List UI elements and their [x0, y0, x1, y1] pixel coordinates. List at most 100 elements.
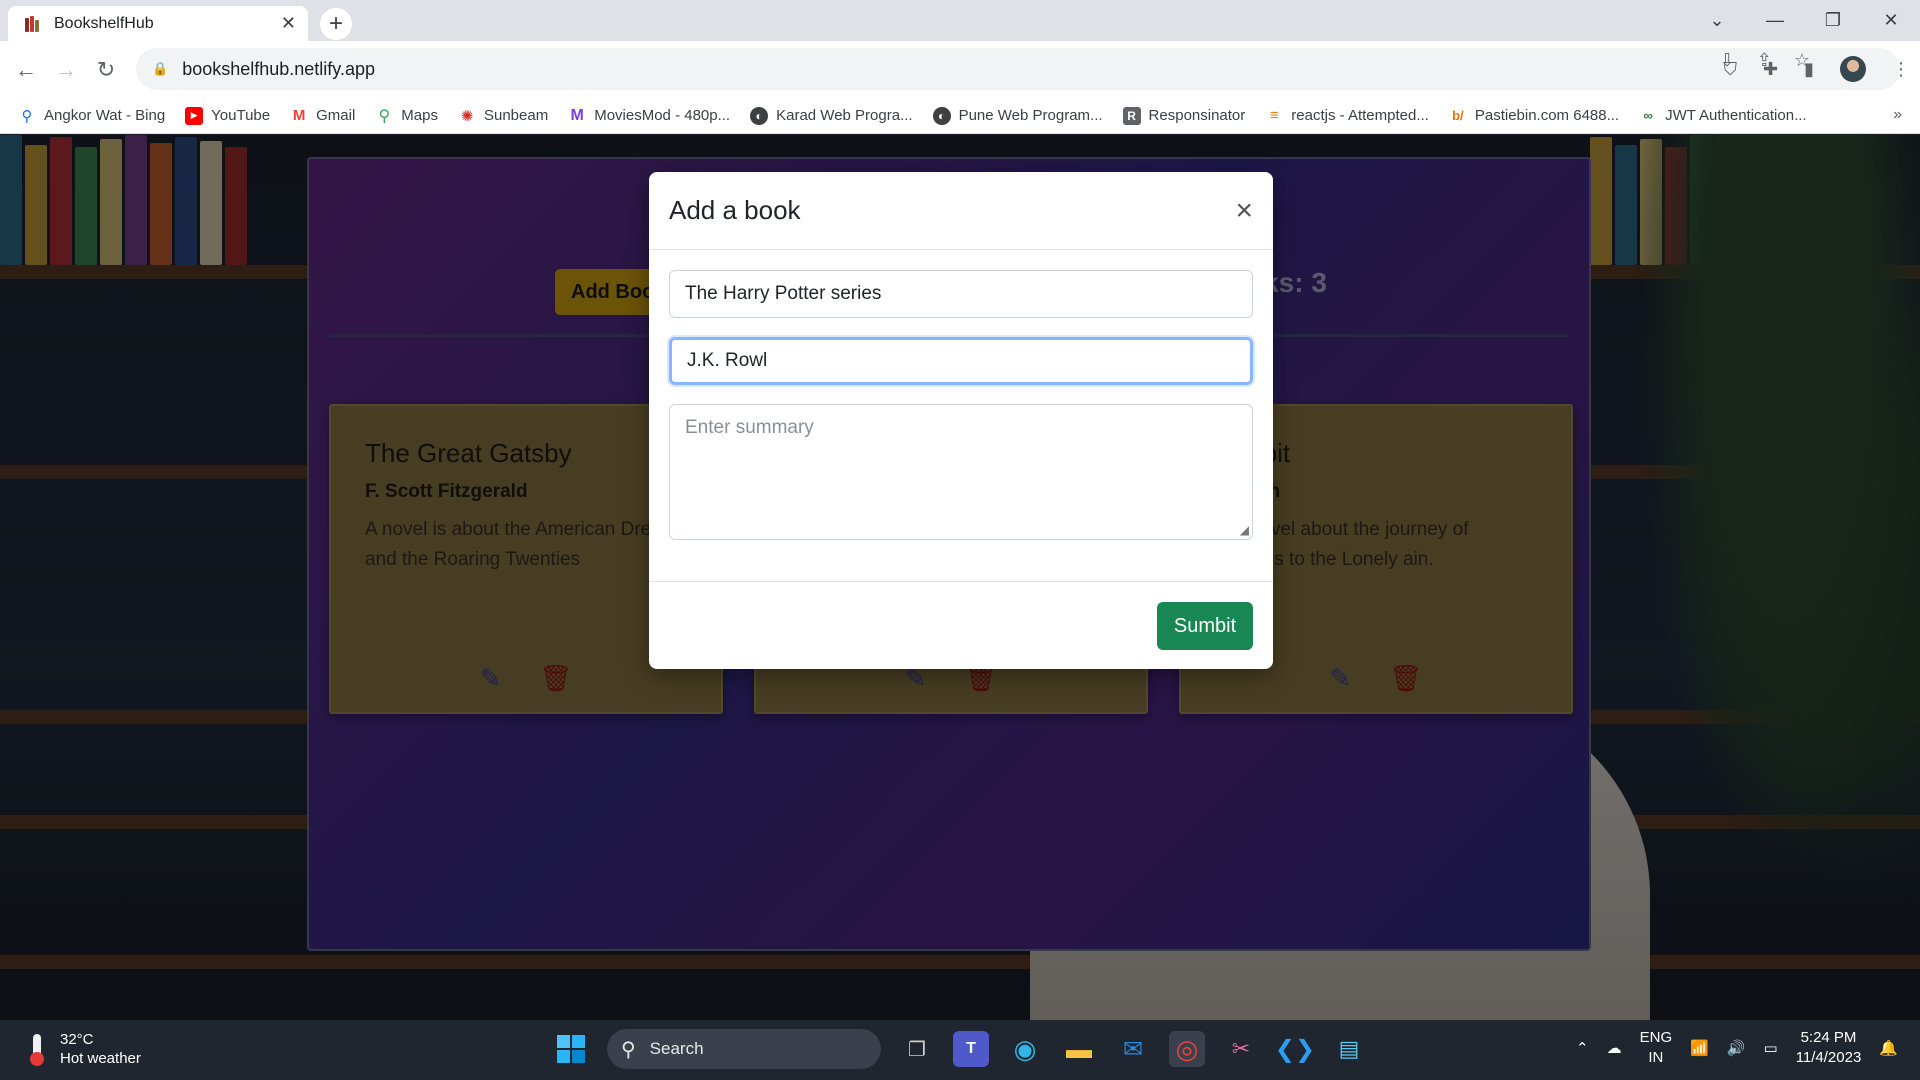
region-code: IN — [1648, 1049, 1664, 1066]
volume-icon[interactable]: 🔊 — [1727, 1039, 1746, 1057]
battery-icon[interactable]: ▭ — [1764, 1039, 1778, 1057]
bookmark-label: Pune Web Program... — [958, 107, 1103, 124]
search-icon: ⚲ — [621, 1038, 636, 1061]
bookmark-label: Gmail — [316, 107, 356, 124]
page-viewport: Add Boo oks: 3 The Great Gatsby F. Scott… — [0, 135, 1920, 1020]
profile-avatar[interactable] — [1840, 56, 1866, 82]
mail-icon[interactable]: ✉ — [1115, 1031, 1151, 1067]
tab-search-chevron-icon[interactable]: ⌄ — [1688, 10, 1746, 31]
bookmark-label: JWT Authentication... — [1665, 107, 1807, 124]
bookmark-item[interactable]: ✺ Sunbeam — [457, 106, 549, 125]
back-arrow-icon[interactable]: ← — [6, 57, 46, 83]
modal-footer: Sumbit — [649, 581, 1273, 669]
resize-grip-icon[interactable]: ◢ — [1240, 523, 1249, 537]
new-tab-button[interactable]: + — [320, 8, 352, 40]
stackoverflow-icon: ≡ — [1265, 106, 1284, 125]
bookshelf-favicon-icon — [24, 15, 42, 33]
vscode-icon[interactable]: ❮❯ — [1275, 1031, 1315, 1067]
author-input[interactable]: J.K. Rowl — [669, 337, 1253, 385]
wifi-icon[interactable]: 📶 — [1690, 1039, 1709, 1057]
bookmark-item[interactable]: ◐ Pune Web Program... — [932, 106, 1103, 125]
bookmark-item[interactable]: ≡ reactjs - Attempted... — [1265, 106, 1429, 125]
reload-icon[interactable]: ↻ — [86, 57, 126, 83]
url-text: bookshelfhub.netlify.app — [182, 58, 375, 79]
bookmark-item[interactable]: ▶ YouTube — [185, 106, 271, 125]
bookmark-item[interactable]: M Gmail — [290, 106, 356, 125]
window-close-icon[interactable]: ✕ — [1862, 10, 1920, 31]
forward-arrow-icon[interactable]: → — [46, 57, 86, 83]
sunbeam-icon: ✺ — [457, 106, 476, 125]
bookmark-label: MoviesMod - 480p... — [594, 107, 731, 124]
language-code: ENG — [1639, 1029, 1673, 1046]
youtube-icon: ▶ — [185, 106, 204, 125]
summary-placeholder: Enter summary — [685, 417, 814, 438]
bookmark-label: reactjs - Attempted... — [1291, 107, 1429, 124]
windows-start-icon[interactable] — [553, 1031, 589, 1067]
clock-time: 5:24 PM — [1800, 1029, 1857, 1046]
clock[interactable]: 5:24 PM 11/4/2023 — [1796, 1028, 1862, 1068]
taskbar-search[interactable]: ⚲ Search — [607, 1029, 881, 1069]
toolbar-right: ⛉ ✚ ▮ ⋮ — [1724, 56, 1910, 82]
clock-date: 11/4/2023 — [1795, 1049, 1862, 1066]
tab-close-icon[interactable]: ✕ — [281, 13, 296, 34]
modal-close-icon[interactable]: × — [1235, 194, 1253, 228]
bookmark-item[interactable]: ⚲ Maps — [375, 106, 438, 125]
thermometer-icon — [26, 1032, 48, 1066]
modal-header: Add a book × — [649, 172, 1273, 250]
bookmark-item[interactable]: ∞ JWT Authentication... — [1639, 106, 1807, 125]
weather-widget[interactable]: 32°C Hot weather — [26, 1030, 141, 1068]
summary-textarea[interactable]: Enter summary ◢ — [669, 404, 1253, 540]
bookmarks-overflow-icon[interactable]: » — [1893, 106, 1902, 124]
file-explorer-icon[interactable]: ▬ — [1061, 1031, 1097, 1067]
add-book-modal: Add a book × The Harry Potter series J.K… — [649, 172, 1273, 669]
bing-search-icon: ⚲ — [18, 106, 36, 125]
weather-description: Hot weather — [60, 1050, 141, 1067]
chrome-icon[interactable]: ◎ — [1169, 1031, 1205, 1067]
browser-tab[interactable]: BookshelfHub ✕ — [8, 6, 308, 41]
teams-icon[interactable]: T — [953, 1031, 989, 1067]
bookmark-label: YouTube — [211, 107, 271, 124]
language-indicator[interactable]: ENG IN — [1640, 1028, 1673, 1068]
bookmark-label: Angkor Wat - Bing — [44, 107, 166, 124]
bookmark-item[interactable]: R Responsinator — [1122, 106, 1246, 125]
minimize-icon[interactable]: — — [1746, 10, 1804, 31]
book-title-input[interactable]: The Harry Potter series — [669, 270, 1253, 318]
notepad-icon[interactable]: ▤ — [1331, 1031, 1367, 1067]
onedrive-icon[interactable]: ☁ — [1607, 1039, 1622, 1057]
tab-strip: BookshelfHub ✕ + ⌄ — ❐ ✕ — [0, 0, 1920, 41]
temperature: 32°C — [60, 1031, 94, 1048]
extensions-puzzle-icon[interactable]: ✚ — [1763, 59, 1778, 80]
maps-pin-icon: ⚲ — [375, 106, 394, 125]
globe-icon: ◐ — [932, 106, 951, 125]
globe-icon: ◐ — [750, 106, 769, 125]
side-panel-icon[interactable]: ▮ — [1804, 59, 1814, 80]
tray-overflow-chevron-icon[interactable]: ⌃ — [1576, 1039, 1589, 1057]
bookmark-label: Karad Web Progra... — [776, 107, 913, 124]
bookmark-label: Sunbeam — [483, 107, 549, 124]
address-bar[interactable]: 🔒 bookshelfhub.netlify.app — [136, 48, 1900, 90]
submit-button[interactable]: Sumbit — [1157, 602, 1253, 650]
system-tray: ⌃ ☁ ENG IN 📶 🔊 ▭ 5:24 PM 11/4/2023 🔔 — [1576, 1028, 1898, 1068]
lock-icon[interactable]: 🔒 — [152, 61, 168, 77]
task-view-icon[interactable]: ❐ — [899, 1031, 935, 1067]
menu-kebab-icon[interactable]: ⋮ — [1892, 59, 1910, 80]
bookmarks-bar: ⚲ Angkor Wat - Bing ▶ YouTube M Gmail ⚲ … — [0, 98, 1920, 134]
restore-icon[interactable]: ❐ — [1804, 10, 1862, 31]
bookmark-label: Responsinator — [1148, 107, 1246, 124]
notification-bell-icon[interactable]: 🔔 — [1879, 1039, 1898, 1057]
pastiebin-icon: b/ — [1448, 106, 1467, 125]
moviesmod-icon: M — [568, 106, 587, 125]
search-label: Search — [649, 1039, 704, 1058]
taskbar-apps: ⚲ Search ❐ T ◉ ▬ ✉ ◎ ✂ ❮❯ ▤ — [553, 1029, 1367, 1069]
edge-browser-icon[interactable]: ◉ — [1007, 1031, 1043, 1067]
snipping-tool-icon[interactable]: ✂ — [1223, 1031, 1259, 1067]
windows-taskbar: 32°C Hot weather ⚲ Search ❐ T ◉ ▬ ✉ ◎ ✂ … — [0, 1020, 1920, 1080]
bookmark-item[interactable]: b/ Pastiebin.com 6488... — [1448, 106, 1619, 125]
bookmark-item[interactable]: ◐ Karad Web Progra... — [750, 106, 913, 125]
jwt-icon: ∞ — [1639, 106, 1658, 125]
bookmark-item[interactable]: M MoviesMod - 480p... — [568, 106, 731, 125]
bookmark-item[interactable]: ⚲ Angkor Wat - Bing — [18, 106, 166, 125]
bookmark-label: Maps — [401, 107, 438, 124]
tab-title: BookshelfHub — [54, 14, 154, 32]
extension-shield-icon[interactable]: ⛉ — [1724, 59, 1738, 80]
